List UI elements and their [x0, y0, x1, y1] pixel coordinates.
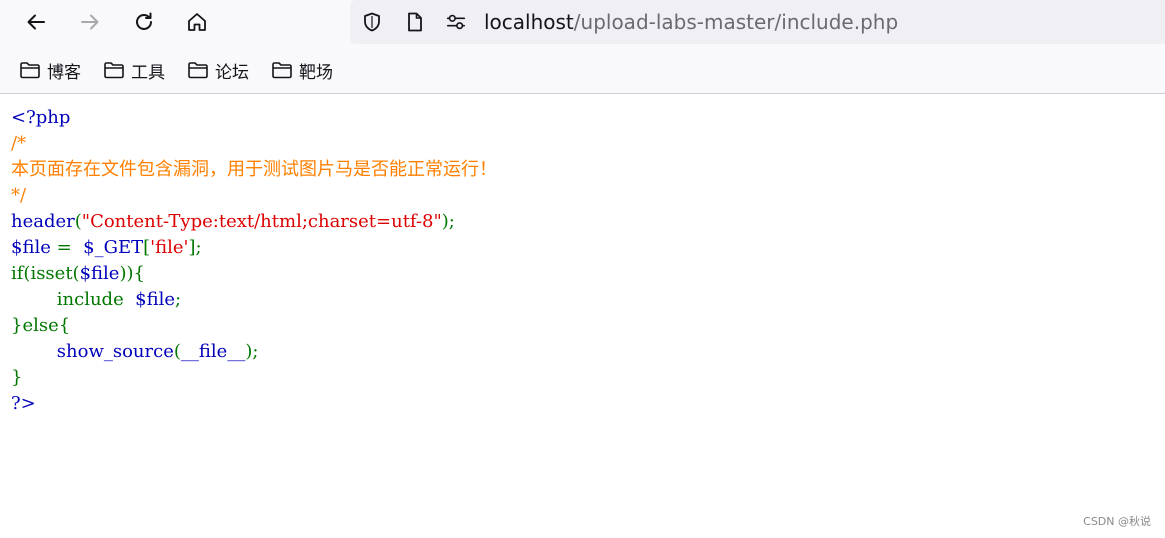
- browser-toolbar: localhost/upload-labs-master/include.php: [0, 0, 1165, 44]
- code-line: $file = $_GET['file'];: [11, 235, 497, 261]
- php-source-code: <?php /* 本页面存在文件包含漏洞，用于测试图片马是否能正常运行！ */ head…: [11, 105, 497, 417]
- code-token: )){: [119, 263, 145, 284]
- code-line: include $file;: [11, 287, 497, 313]
- reload-icon: [136, 12, 152, 30]
- code-token: }: [11, 367, 23, 388]
- folder-icon: [188, 62, 208, 79]
- code-token: /*: [11, 133, 27, 154]
- code-line: ?>: [11, 391, 497, 417]
- code-token: include: [11, 289, 136, 310]
- bookmark-folder-forum[interactable]: 论坛: [187, 58, 249, 83]
- code-line: */: [11, 183, 497, 209]
- code-token: $file: [79, 263, 120, 284]
- arrow-right-icon: [81, 14, 99, 30]
- code-token: $file: [135, 289, 176, 310]
- code-token: header: [11, 211, 75, 232]
- code-line: header("Content-Type:text/html;charset=u…: [11, 209, 497, 235]
- shield-icon[interactable]: [361, 11, 383, 33]
- reload-button[interactable]: [126, 4, 162, 40]
- code-line: if(isset($file)){: [11, 261, 497, 287]
- bookmark-folder-blog[interactable]: 博客: [19, 58, 81, 83]
- url-bar[interactable]: localhost/upload-labs-master/include.php: [350, 0, 1165, 44]
- forward-button[interactable]: [72, 4, 108, 40]
- code-token: ];: [188, 237, 202, 258]
- url-path: /upload-labs-master/include.php: [573, 10, 899, 34]
- code-token: "Content-Type:text/html;charset=utf-8": [81, 211, 442, 232]
- code-token: );: [245, 341, 259, 362]
- permissions-icon[interactable]: [445, 11, 467, 33]
- arrow-left-icon: [27, 14, 45, 30]
- code-token: =: [56, 237, 78, 258]
- code-line: }else{: [11, 313, 497, 339]
- home-button[interactable]: [179, 4, 215, 40]
- code-token: <?php: [11, 107, 71, 128]
- code-token: ?>: [11, 393, 36, 414]
- code-token: $_GET: [77, 237, 144, 258]
- code-line: <?php: [11, 105, 497, 131]
- bookmark-label: 博客: [47, 62, 81, 83]
- url-text[interactable]: localhost/upload-labs-master/include.php: [484, 9, 898, 35]
- code-token: (: [173, 341, 181, 362]
- code-token: );: [441, 211, 455, 232]
- code-line: /*: [11, 131, 497, 157]
- code-token: if(isset(: [11, 263, 80, 284]
- code-token: ;: [175, 289, 182, 310]
- code-token: (: [74, 211, 82, 232]
- code-token: $file: [11, 237, 57, 258]
- home-icon: [188, 13, 206, 31]
- code-line: show_source(__file__);: [11, 339, 497, 365]
- folder-icon: [104, 62, 124, 79]
- code-token: }else{: [11, 315, 71, 336]
- code-line: }: [11, 365, 497, 391]
- watermark: CSDN @秋说: [1083, 515, 1151, 528]
- code-line: 本页面存在文件包含漏洞，用于测试图片马是否能正常运行！: [11, 157, 497, 183]
- bookmark-label: 靶场: [299, 62, 333, 83]
- code-token: */: [11, 185, 27, 206]
- folder-icon: [20, 62, 40, 79]
- folder-icon: [272, 62, 292, 79]
- bookmarks-bar: 博客 工具 论坛 靶场: [0, 44, 1165, 94]
- code-token: 本页面存在文件包含漏洞，用于测试图片马是否能正常运行！: [11, 159, 497, 180]
- code-token: 'file': [150, 237, 189, 258]
- url-host: localhost: [484, 10, 574, 34]
- bookmark-label: 论坛: [215, 62, 249, 83]
- code-token: show_source: [56, 341, 174, 362]
- code-token: __file__: [180, 341, 246, 362]
- page-icon[interactable]: [404, 11, 426, 33]
- bookmark-label: 工具: [131, 62, 165, 83]
- bookmark-folder-range[interactable]: 靶场: [271, 58, 333, 83]
- back-button[interactable]: [18, 4, 54, 40]
- bookmark-folder-tools[interactable]: 工具: [103, 58, 165, 83]
